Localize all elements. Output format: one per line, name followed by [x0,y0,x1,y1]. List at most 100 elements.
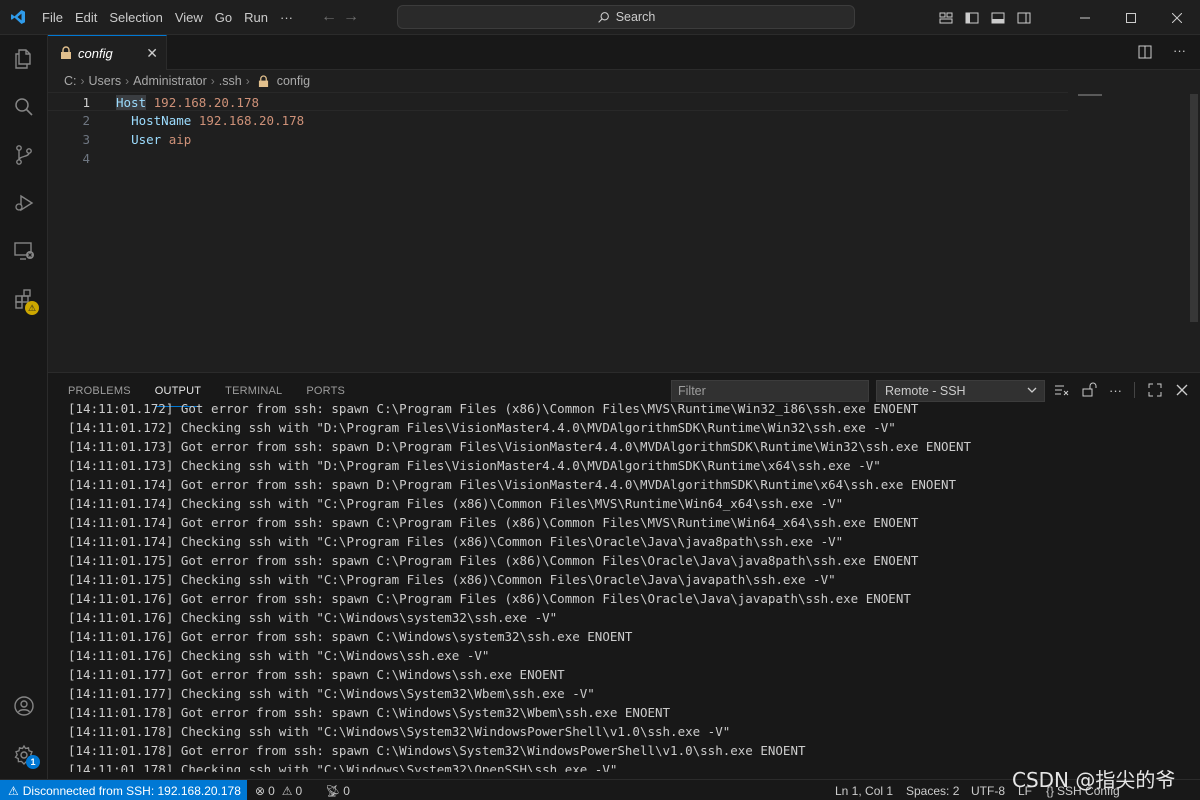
lock-icon [61,46,71,59]
remote-explorer-icon[interactable] [0,227,48,275]
lock-scroll-icon[interactable] [1081,382,1097,398]
breadcrumb-item[interactable]: config [277,74,310,88]
minimap[interactable] [1078,94,1102,96]
lock-icon [258,74,268,87]
remote-status[interactable]: ⚠ Disconnected from SSH: 192.168.20.178 [0,780,247,800]
breadcrumb-separator: › [210,74,215,88]
indentation-status[interactable]: Spaces: 2 [906,780,959,800]
clear-output-icon[interactable] [1053,382,1069,398]
toggle-secondary-sidebar-icon[interactable] [1016,10,1032,26]
search-label: Search [615,10,656,24]
log-line: [14:11:01.176] Checking ssh with "C:\Win… [68,610,558,625]
breadcrumb-item[interactable]: C: [64,74,77,88]
log-line: [14:11:01.176] Got error from ssh: spawn… [68,629,633,644]
code-content: Host 192.168.20.178 [116,93,259,112]
settings-badge: 1 [26,755,40,769]
split-editor-icon[interactable] [1137,44,1153,60]
menu-item-4[interactable]: Go [209,0,238,35]
problems-status[interactable]: ⊗ 0 ⚠ 0 [255,780,302,800]
activity-bar: ⚠ 1 [0,35,48,779]
config-key: User [131,132,162,147]
editor-scrollbar[interactable] [1190,94,1198,322]
minimize-button[interactable] [1062,0,1108,35]
back-arrow-icon[interactable]: ← [321,8,337,26]
maximize-panel-icon[interactable] [1147,382,1163,398]
code-line[interactable]: 1 Host 192.168.20.178 [48,92,1068,111]
code-line[interactable]: 2 HostName 192.168.20.178 [48,111,1068,130]
error-icon: ⊗ [255,783,266,798]
code-content: HostName 192.168.20.178 [116,111,304,130]
toggle-panel-icon[interactable] [990,10,1006,26]
code-line[interactable]: 3 User aip [48,130,1068,149]
manage-gear-icon[interactable]: 1 [0,731,48,779]
panel-actions: ··· [1053,382,1189,398]
accounts-icon[interactable] [0,682,48,730]
close-tab-icon[interactable]: ✕ [146,45,158,62]
log-line: [14:11:01.176] Got error from ssh: spawn… [68,591,911,606]
log-line: [14:11:01.173] Got error from ssh: spawn… [68,439,972,454]
config-key: Host [116,95,147,110]
config-key: HostName [131,113,192,128]
menu-item-6[interactable]: ··· [274,0,299,35]
menu-bar: File Edit Selection View Go Run ··· [36,0,299,35]
line-number: 4 [82,151,90,166]
maximize-button[interactable] [1108,0,1154,35]
title-bar: File Edit Selection View Go Run ··· ← → Search [0,0,1200,35]
search-sidebar-icon[interactable] [0,83,48,131]
toggle-primary-sidebar-icon[interactable] [964,10,980,26]
code-line[interactable]: 4 [48,149,1068,168]
log-line: [14:11:01.174] Got error from ssh: spawn… [68,477,957,492]
breadcrumb-item[interactable]: Users [89,74,122,88]
tab-config[interactable]: config ✕ [48,35,167,70]
more-actions-icon[interactable]: ··· [1109,383,1122,398]
log-line: [14:11:01.172] Got error from ssh: spawn… [68,401,919,416]
breadcrumb-item[interactable]: Administrator [133,74,207,88]
config-value: 192.168.20.178 [198,113,305,128]
log-line: [14:11:01.175] Got error from ssh: spawn… [68,553,919,568]
command-center-search[interactable]: Search [397,5,855,29]
customize-layout-icon[interactable] [938,10,954,26]
log-line: [14:11:01.177] Checking ssh with "C:\Win… [68,686,595,701]
output-log[interactable]: [14:11:01.172] Got error from ssh: spawn… [68,399,1198,772]
code-editor[interactable]: 1 Host 192.168.20.178 2 HostName 192.168.2… [48,92,1200,372]
menu-item-3[interactable]: View [169,0,209,35]
channel-label: Remote - SSH [885,384,966,398]
run-debug-icon[interactable] [0,179,48,227]
breadcrumb-separator: › [80,74,85,88]
chevron-down-icon [1026,384,1038,399]
close-window-button[interactable] [1154,0,1200,35]
remote-status-label: Disconnected from SSH: 192.168.20.178 [22,783,241,798]
menu-item-1[interactable]: Edit [69,0,103,35]
log-line: [14:11:01.178] Checking ssh with "C:\Win… [68,724,731,739]
log-line: [14:11:01.173] Checking ssh with "D:\Pro… [68,458,881,473]
forward-arrow-icon[interactable]: → [343,8,359,26]
log-line: [14:11:01.174] Got error from ssh: spawn… [68,515,919,530]
extensions-icon[interactable]: ⚠ [0,275,48,323]
source-control-icon[interactable] [0,131,48,179]
menu-item-2[interactable]: Selection [103,0,168,35]
explorer-icon[interactable] [0,35,48,83]
vscode-logo-icon [0,0,36,35]
log-line: [14:11:01.178] Got error from ssh: spawn… [68,743,806,758]
line-number: 3 [82,132,90,147]
more-actions-icon[interactable]: ··· [1173,44,1186,60]
cursor-position[interactable]: Ln 1, Col 1 [835,780,893,800]
encoding-status[interactable]: UTF-8 [971,780,1005,800]
log-line: [14:11:01.177] Got error from ssh: spawn… [68,667,565,682]
log-line: [14:11:01.174] Checking ssh with "C:\Pro… [68,496,844,511]
breadcrumb-separator: › [125,74,130,88]
ports-status[interactable]: 📡︎ 0 [325,780,350,800]
log-line: [14:11:01.172] Checking ssh with "D:\Pro… [68,420,896,435]
close-panel-icon[interactable] [1175,383,1189,397]
breadcrumb: C: › Users › Administrator › .ssh › config [48,70,1200,92]
error-count: 0 [268,783,275,798]
menu-item-5[interactable]: Run [238,0,274,35]
output-panel: PROBLEMS OUTPUT TERMINAL PORTS Filter Remot… [48,372,1200,779]
breadcrumb-separator: › [245,74,250,88]
breadcrumb-item[interactable]: .ssh [219,74,242,88]
ports-count: 0 [343,783,350,798]
menu-item-0[interactable]: File [36,0,69,35]
line-number: 1 [82,95,90,110]
